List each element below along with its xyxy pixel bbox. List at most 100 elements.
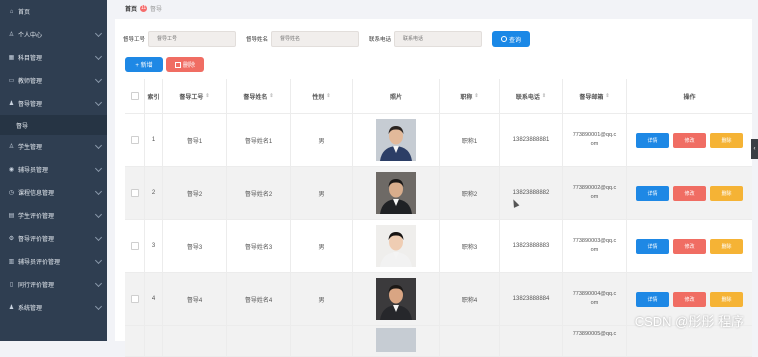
header-email-label: 督导邮箱 (579, 94, 604, 101)
sidebar-item-label: 首页 (18, 10, 31, 16)
sidebar-item-7[interactable]: ◉ 辅导员管理 (0, 158, 107, 181)
row-checkbox[interactable] (130, 189, 139, 197)
sidebar-item-label: 学生评价管理 (18, 214, 55, 220)
supervisor-id-input[interactable] (148, 31, 237, 47)
sidebar-item-11[interactable]: ▥ 辅导员评价管理 (0, 250, 107, 273)
phone-input[interactable] (394, 31, 483, 47)
search-icon (501, 36, 508, 42)
delete-button[interactable]: 删除 (710, 291, 743, 307)
sort-icon: ⇕ (541, 93, 547, 99)
sidebar-item-10[interactable]: ⚙ 督导评价管理 (0, 227, 107, 250)
edit-button[interactable]: 修改 (673, 291, 706, 307)
row-checkbox-cell (125, 167, 145, 219)
breadcrumb-current: 督导 (150, 7, 163, 13)
supervisor-name-input[interactable] (271, 31, 360, 47)
collapse-handle[interactable]: ‹ (751, 139, 758, 159)
clock-icon: ◷ (8, 190, 15, 196)
people-icon: ♟ (8, 305, 15, 311)
batch-delete-label: 删除 (182, 63, 195, 69)
home-icon: ⌂ (9, 8, 14, 15)
header-photo: 照片 (353, 79, 440, 113)
sidebar-item-13[interactable]: ♟ 系统管理 (0, 296, 107, 319)
header-title[interactable]: 职称 ⇕ (440, 79, 500, 113)
cell-name: 督导姓名3 (227, 220, 291, 272)
sidebar-item-1[interactable]: ♙ 个人中心 (0, 23, 107, 46)
supervisor-photo[interactable] (376, 225, 416, 267)
sort-icon: ⇕ (474, 93, 479, 99)
table-row-partial: 773890005@qq.c (125, 326, 752, 357)
sidebar-item-9[interactable]: ▤ 学生评价管理 (0, 204, 107, 227)
row-checkbox-cell (125, 220, 145, 272)
sidebar-item-0[interactable]: ⌂ 首页 (0, 0, 107, 23)
sidebar-item-5[interactable]: 督导 (0, 115, 107, 135)
header-name-label: 督导姓名 (243, 94, 268, 101)
table-row: 1 督导1 督导姓名1 男 职称1 13823888881 773890001@qq.c om… (125, 114, 752, 167)
edit-button[interactable]: 修改 (673, 238, 706, 254)
sidebar-item-label: 学生管理 (18, 145, 43, 151)
select-all-checkbox[interactable] (130, 92, 139, 100)
detail-button[interactable]: 详情 (636, 185, 669, 201)
sidebar-item-6[interactable]: ♙ 学生管理 (0, 135, 107, 158)
row-checkbox[interactable] (130, 295, 139, 303)
search-bar: 督导工号 督导姓名 联系电话 查询 (123, 31, 531, 47)
clipboard-icon: ▤ (8, 213, 15, 219)
user-icon: ♙ (8, 32, 15, 38)
sidebar-item-label: 督导管理 (18, 102, 43, 108)
delete-button[interactable]: 删除 (710, 238, 743, 254)
header-gender[interactable]: 性别 ⇕ (291, 79, 353, 113)
cell-index: 2 (145, 167, 163, 219)
batch-delete-button[interactable]: 删除 (166, 57, 204, 72)
chevron-down-icon (94, 233, 103, 242)
search-button[interactable]: 查询 (492, 31, 531, 47)
header-phone[interactable]: 联系电话 ⇕ (500, 79, 563, 113)
add-button[interactable]: + 新增 (125, 57, 163, 72)
header-email[interactable]: 督导邮箱 ⇕ (563, 79, 627, 113)
edit-button[interactable]: 修改 (673, 132, 706, 148)
table-header-row: 索引 督导工号 ⇕ 督导姓名 ⇕ 性别 ⇕ 照片 职称 ⇕ 联系电话 ⇕ 督导邮箱 ⇕ 操作 (125, 79, 752, 114)
chevron-down-icon (94, 279, 103, 288)
sidebar-item-label: 科目管理 (18, 56, 43, 62)
sidebar-item-2[interactable]: ▦ 科目管理 (0, 46, 107, 69)
chevron-down-icon (94, 302, 103, 311)
supervisor-photo[interactable] (376, 172, 416, 214)
delete-button[interactable]: 删除 (710, 185, 743, 201)
row-checkbox[interactable] (130, 136, 139, 144)
detail-button[interactable]: 详情 (636, 238, 669, 254)
chevron-down-icon (94, 164, 103, 173)
cell-email: 773890004@qq.c om (563, 273, 627, 325)
header-phone-label: 联系电话 (515, 94, 540, 101)
sidebar-item-label: 辅导员评价管理 (18, 260, 61, 266)
search-label-id: 督导工号 (123, 37, 146, 43)
row-checkbox[interactable] (130, 242, 139, 250)
cell-photo (353, 273, 440, 325)
cell-photo (353, 114, 440, 166)
sidebar-item-4[interactable]: ♟ 督导管理 (0, 92, 107, 115)
sidebar-item-3[interactable]: ▭ 教师管理 (0, 69, 107, 92)
delete-button[interactable]: 删除 (710, 132, 743, 148)
sidebar-item-8[interactable]: ◷ 课程信息管理 (0, 181, 107, 204)
breadcrumb-home[interactable]: 首页 (125, 4, 137, 13)
sidebar-item-label: 课程信息管理 (18, 191, 55, 197)
photo-partial (353, 326, 440, 356)
header-name[interactable]: 督导姓名 ⇕ (227, 79, 291, 113)
document-icon: ▥ (8, 259, 15, 265)
header-id[interactable]: 督导工号 ⇕ (163, 79, 227, 113)
main-content: 首页 11 督导 督导工号 督导姓名 联系电话 查询 + 新增 删除 (107, 0, 758, 357)
email-partial: 773890005@qq.c (563, 326, 627, 356)
breadcrumb-badge: 11 (140, 5, 148, 12)
detail-button[interactable]: 详情 (636, 132, 669, 148)
sidebar-item-label: 教师管理 (18, 79, 43, 85)
chevron-down-icon (94, 187, 103, 196)
supervisor-photo[interactable] (376, 119, 416, 161)
edit-button[interactable]: 修改 (673, 185, 706, 201)
cell-name: 督导姓名1 (227, 114, 291, 166)
gear-icon: ⚙ (8, 236, 15, 242)
detail-button[interactable]: 详情 (636, 291, 669, 307)
supervisor-photo[interactable] (376, 278, 416, 320)
sidebar-item-label: 督导评价管理 (18, 237, 55, 243)
table-body: 1 督导1 督导姓名1 男职称1 13823888881 773890001@qq.c om… (125, 114, 752, 326)
sidebar-item-12[interactable]: ▯ 同行评价管理 (0, 273, 107, 296)
add-button-label: + 新增 (135, 63, 153, 69)
cell-actions: 详情 修改 删除 (627, 114, 752, 166)
sidebar-item-label: 辅导员管理 (18, 168, 49, 174)
